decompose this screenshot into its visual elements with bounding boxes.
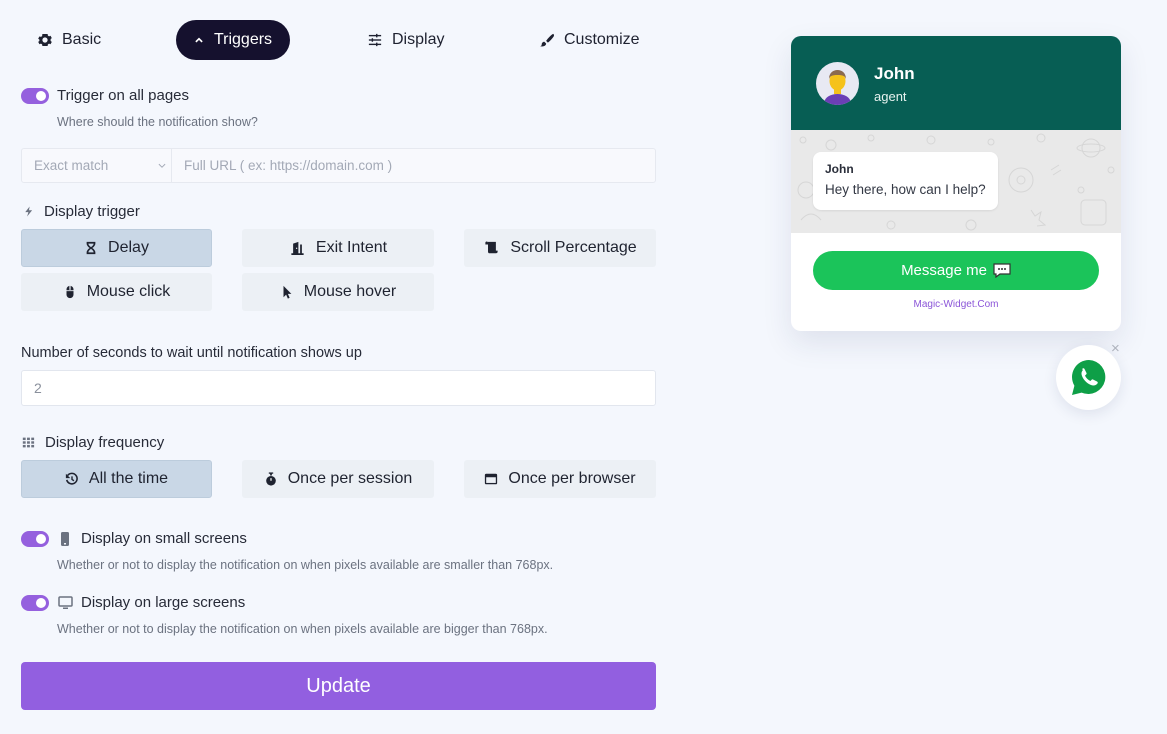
tab-triggers-label: Triggers	[213, 31, 273, 48]
small-screens-toggle[interactable]	[21, 531, 49, 547]
widget-preview: John agent John Hey there, how can I hel…	[791, 36, 1121, 331]
widget-header: John agent	[791, 36, 1121, 130]
speech-bubble-icon	[993, 263, 1011, 278]
trigger-mouse-click-label: Mouse click	[86, 283, 171, 300]
chat-bubble: John Hey there, how can I help?	[813, 152, 998, 210]
display-trigger-label: Display trigger	[44, 203, 140, 220]
grid-icon	[22, 437, 35, 448]
message-me-label: Message me	[901, 262, 987, 279]
small-screens-help: Whether or not to display the notificati…	[57, 558, 554, 572]
trigger-mouse-click-button[interactable]: Mouse click	[21, 273, 212, 311]
delay-seconds-input[interactable]: 2	[21, 370, 656, 406]
trigger-all-pages-help: Where should the notification show?	[57, 115, 258, 129]
match-type-select[interactable]: Exact match	[22, 149, 172, 182]
trigger-delay-label: Delay	[108, 239, 149, 256]
trigger-all-pages-toggle[interactable]	[21, 88, 49, 104]
display-frequency-heading: Display frequency	[22, 434, 164, 451]
update-button[interactable]: Update	[21, 662, 656, 710]
mobile-icon	[61, 532, 69, 546]
url-match-row: Exact match Full URL ( ex: https://domai…	[21, 148, 656, 183]
bolt-icon	[25, 206, 33, 217]
url-input[interactable]: Full URL ( ex: https://domain.com )	[172, 149, 655, 182]
tab-triggers[interactable]: Triggers	[176, 20, 290, 60]
agent-role: agent	[874, 89, 907, 104]
sliders-icon	[368, 33, 382, 47]
message-me-button[interactable]: Message me	[813, 251, 1099, 290]
trigger-exit-intent-button[interactable]: Exit Intent	[242, 229, 434, 267]
large-screens-label: Display on large screens	[81, 594, 246, 611]
chevron-down-icon	[158, 163, 166, 168]
window-icon	[485, 473, 498, 485]
door-exit-icon	[291, 241, 304, 255]
whatsapp-icon	[1071, 359, 1105, 395]
brand-link[interactable]: Magic-Widget.Com	[791, 299, 1121, 310]
delay-seconds-label: Number of seconds to wait until notifica…	[21, 345, 362, 361]
person-icon	[824, 70, 851, 105]
trigger-mouse-hover-label: Mouse hover	[303, 283, 397, 300]
trigger-all-pages-label: Trigger on all pages	[57, 87, 190, 104]
chat-area: John Hey there, how can I help?	[791, 130, 1121, 233]
stopwatch-icon	[265, 472, 276, 486]
agent-avatar	[816, 62, 859, 105]
pointer-icon	[283, 285, 292, 299]
agent-name: John	[874, 64, 915, 83]
tab-customize[interactable]: Customize	[524, 20, 656, 60]
trigger-exit-intent-label: Exit Intent	[315, 239, 388, 256]
frequency-once-per-session-label: Once per session	[287, 470, 413, 487]
paintbrush-icon	[540, 33, 554, 47]
history-icon	[65, 472, 78, 485]
tab-display-label: Display	[392, 31, 445, 48]
frequency-once-per-browser-label: Once per browser	[508, 470, 636, 487]
display-trigger-heading: Display trigger	[24, 203, 140, 220]
bubble-sender: John	[825, 162, 854, 176]
tab-basic-label: Basic	[62, 31, 102, 48]
trigger-mouse-hover-button[interactable]: Mouse hover	[242, 273, 434, 311]
frequency-once-per-session-button[interactable]: Once per session	[242, 460, 434, 498]
whatsapp-button[interactable]	[1056, 345, 1121, 410]
match-type-value: Exact match	[34, 158, 109, 173]
frequency-all-the-time-label: All the time	[88, 470, 169, 487]
hourglass-icon	[86, 241, 96, 255]
scroll-icon	[485, 241, 498, 254]
small-screens-label: Display on small screens	[81, 530, 247, 547]
mouse-icon	[66, 285, 74, 299]
frequency-all-the-time-button[interactable]: All the time	[21, 460, 212, 498]
trigger-scroll-percentage-button[interactable]: Scroll Percentage	[464, 229, 656, 267]
gear-icon	[38, 34, 52, 46]
tab-customize-label: Customize	[564, 31, 640, 48]
trigger-scroll-percentage-label: Scroll Percentage	[510, 239, 637, 256]
trigger-delay-button[interactable]: Delay	[21, 229, 212, 267]
large-screens-help: Whether or not to display the notificati…	[57, 622, 548, 636]
chevron-up-icon	[195, 37, 203, 43]
tab-display[interactable]: Display	[352, 20, 460, 60]
large-screens-toggle[interactable]	[21, 595, 49, 611]
tab-basic[interactable]: Basic	[22, 20, 117, 60]
desktop-icon	[58, 596, 73, 609]
bubble-message: Hey there, how can I help?	[825, 182, 986, 197]
frequency-once-per-browser-button[interactable]: Once per browser	[464, 460, 656, 498]
display-frequency-label: Display frequency	[45, 434, 165, 451]
